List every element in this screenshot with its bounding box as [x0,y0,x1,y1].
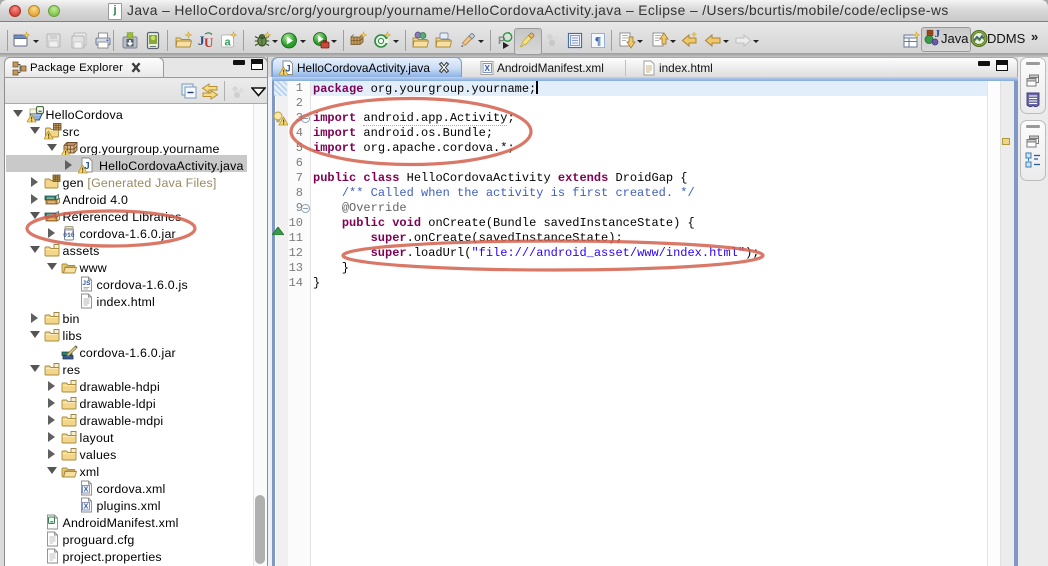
svg-text:J: J [935,28,941,40]
svg-text:JS: JS [82,280,91,287]
svg-text:¶: ¶ [595,34,601,48]
svg-text:X: X [84,487,89,494]
svg-text:X: X [485,64,491,73]
svg-text:X: X [84,504,89,511]
svg-text:U: U [204,35,214,50]
svg-text:a: a [224,37,231,49]
